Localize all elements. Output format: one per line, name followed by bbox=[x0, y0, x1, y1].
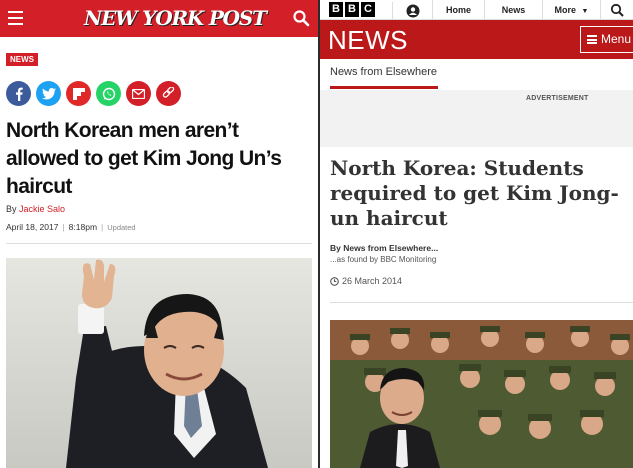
article-photo bbox=[330, 320, 633, 468]
publish-date: 26 March 2014 bbox=[330, 276, 402, 286]
section-link[interactable]: News from Elsewhere bbox=[330, 66, 437, 78]
advertisement-label: ADVERTISEMENT bbox=[526, 95, 589, 102]
bbc-logo[interactable]: B B C bbox=[329, 2, 375, 18]
account-button[interactable] bbox=[392, 2, 432, 19]
search-icon bbox=[610, 3, 624, 17]
author-link[interactable]: Jackie Salo bbox=[19, 204, 65, 214]
byline-source: ...as found by BBC Monitoring bbox=[330, 255, 437, 264]
hamburger-menu-icon[interactable] bbox=[8, 11, 23, 25]
publish-date: April 18, 2017 | 8:18pm | Updated bbox=[6, 222, 136, 232]
byline: By Jackie Salo bbox=[6, 204, 65, 214]
twitter-icon[interactable] bbox=[36, 81, 61, 106]
link-icon[interactable] bbox=[156, 81, 181, 106]
hamburger-menu-icon bbox=[587, 35, 597, 44]
advertisement-area: ADVERTISEMENT bbox=[320, 90, 633, 147]
nypost-panel: NEW YORK POST NEWS North Korean men aren… bbox=[0, 0, 318, 468]
updated-label: Updated bbox=[107, 223, 136, 232]
clock-icon bbox=[330, 276, 339, 286]
byline: By News from Elsewhere... bbox=[330, 243, 439, 253]
account-icon bbox=[406, 4, 420, 18]
section-underline bbox=[330, 86, 438, 89]
bbc-news-wordmark[interactable]: NEWS bbox=[328, 23, 408, 57]
divider bbox=[330, 302, 633, 303]
whatsapp-icon[interactable] bbox=[96, 81, 121, 106]
article-headline: North Korean men aren’t allowed to get K… bbox=[6, 119, 282, 198]
date-text: 26 March 2014 bbox=[342, 276, 403, 286]
menu-label: Menu bbox=[601, 32, 632, 46]
bbc-logo-letter: C bbox=[361, 2, 375, 17]
share-bar bbox=[6, 81, 181, 107]
bbc-top-bar: B B C Home News More ▼ bbox=[320, 0, 633, 20]
nav-home[interactable]: Home bbox=[432, 0, 484, 20]
bbc-logo-letter: B bbox=[329, 2, 343, 17]
article-photo bbox=[6, 258, 312, 468]
bbc-panel: B B C Home News More ▼ NEWS Menu News fr… bbox=[320, 0, 633, 468]
bbc-logo-letter: B bbox=[345, 2, 359, 17]
nav-more-label: More bbox=[554, 5, 577, 15]
divider bbox=[6, 243, 312, 244]
byline-prefix: By bbox=[6, 204, 17, 214]
nypost-logo[interactable]: NEW YORK POST bbox=[84, 5, 267, 31]
time-text: 8:18pm bbox=[68, 222, 98, 232]
bbc-news-header: NEWS Menu bbox=[320, 20, 633, 59]
email-icon[interactable] bbox=[126, 81, 151, 106]
date-text: April 18, 2017 bbox=[6, 222, 59, 232]
flipboard-icon[interactable] bbox=[66, 81, 91, 106]
section-tag[interactable]: NEWS bbox=[6, 53, 38, 66]
menu-button[interactable]: Menu bbox=[580, 26, 633, 53]
nav-more[interactable]: More ▼ bbox=[542, 0, 600, 20]
nav-news[interactable]: News bbox=[484, 0, 542, 20]
nypost-header: NEW YORK POST bbox=[0, 0, 318, 37]
search-button[interactable] bbox=[600, 0, 633, 20]
facebook-icon[interactable] bbox=[6, 81, 31, 106]
article-headline: North Korea: Students required to get Ki… bbox=[330, 156, 619, 230]
caret-down-icon: ▼ bbox=[581, 8, 589, 15]
search-icon[interactable] bbox=[292, 9, 310, 27]
